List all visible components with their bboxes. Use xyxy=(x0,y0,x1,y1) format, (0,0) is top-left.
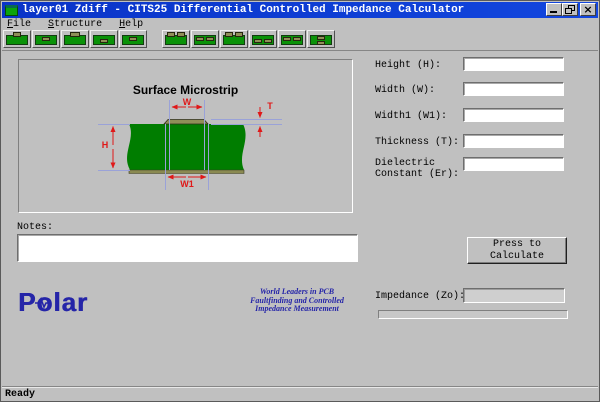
diff-surface-microstrip-icon xyxy=(165,32,187,45)
toolbar-button-surface-microstrip[interactable] xyxy=(3,30,31,48)
notes-input[interactable] xyxy=(17,234,358,262)
minimize-icon xyxy=(550,11,557,13)
status-bar: Ready xyxy=(2,386,598,400)
thickness-label: Thickness (T): xyxy=(375,138,467,149)
thickness-input[interactable] xyxy=(463,134,564,148)
embedded-microstrip-icon xyxy=(35,32,57,45)
toolbar-button-diff-centered-stripline[interactable] xyxy=(278,30,306,48)
width-input[interactable] xyxy=(463,82,564,96)
polar-logo: Polar xyxy=(18,287,88,318)
restore-button[interactable] xyxy=(562,3,578,16)
coated-microstrip-icon xyxy=(64,32,86,45)
impedance-result-field xyxy=(463,288,565,303)
toolbar-button-embedded-microstrip[interactable] xyxy=(32,30,60,48)
diff-offset-stripline-icon xyxy=(252,32,274,45)
dimension-label-t: T xyxy=(264,101,276,111)
title-bar: layer01 Zdiff - CITS25 Differential Cont… xyxy=(2,2,598,18)
toolbar-button-centered-stripline[interactable] xyxy=(119,30,147,48)
diff-broadside-stripline-icon xyxy=(310,32,332,45)
toolbar-button-offset-stripline[interactable] xyxy=(90,30,118,48)
toolbar-button-diff-broadside-stripline[interactable] xyxy=(307,30,335,48)
menu-help[interactable]: Help xyxy=(119,19,143,30)
polar-pulse-icon xyxy=(34,297,52,309)
dimension-label-w1: W1 xyxy=(173,179,201,189)
minimize-button[interactable] xyxy=(546,3,562,16)
toolbar-button-diff-offset-stripline[interactable] xyxy=(249,30,277,48)
dimension-label-h: H xyxy=(99,140,111,150)
structure-cross-section-drawing xyxy=(19,60,354,214)
toolbar-button-diff-embedded-microstrip[interactable] xyxy=(191,30,219,48)
toolbar-button-coated-microstrip[interactable] xyxy=(61,30,89,48)
height-label: Height (H): xyxy=(375,61,467,72)
app-icon xyxy=(5,5,18,16)
width1-input[interactable] xyxy=(463,108,564,122)
menu-structure[interactable]: Structure xyxy=(48,19,102,30)
toolbar xyxy=(2,30,598,51)
app-window: layer01 Zdiff - CITS25 Differential Cont… xyxy=(0,0,600,402)
toolbar-button-diff-coated-microstrip[interactable] xyxy=(220,30,248,48)
menu-file[interactable]: File xyxy=(7,19,31,30)
notes-label: Notes: xyxy=(17,222,53,233)
menu-bar: File Structure Help xyxy=(3,19,150,30)
height-input[interactable] xyxy=(463,57,564,71)
width-label: Width (W): xyxy=(375,86,467,97)
close-button[interactable]: × xyxy=(580,3,596,16)
width1-label: Width1 (W1): xyxy=(375,112,467,123)
progress-bar xyxy=(378,310,568,319)
polar-tagline: World Leaders in PCB Faultfinding and Co… xyxy=(237,288,357,314)
diff-coated-microstrip-icon xyxy=(223,32,245,45)
diff-embedded-microstrip-icon xyxy=(194,32,216,45)
dielectric-input[interactable] xyxy=(463,157,564,171)
centered-stripline-icon xyxy=(122,32,144,45)
calculate-button[interactable]: Press to Calculate xyxy=(467,237,567,264)
impedance-label: Impedance (Zo): xyxy=(375,291,465,302)
close-icon: × xyxy=(581,3,595,16)
diff-centered-stripline-icon xyxy=(281,32,303,45)
window-title: layer01 Zdiff - CITS25 Differential Cont… xyxy=(22,4,464,16)
surface-microstrip-icon xyxy=(6,32,28,45)
dimension-label-w: W xyxy=(175,97,199,107)
dielectric-label: Dielectric Constant (Er): xyxy=(375,159,467,180)
structure-diagram-panel: Surface Microstrip xyxy=(18,59,353,213)
offset-stripline-icon xyxy=(93,32,115,45)
status-text: Ready xyxy=(5,389,35,400)
toolbar-button-diff-surface-microstrip[interactable] xyxy=(162,30,190,48)
